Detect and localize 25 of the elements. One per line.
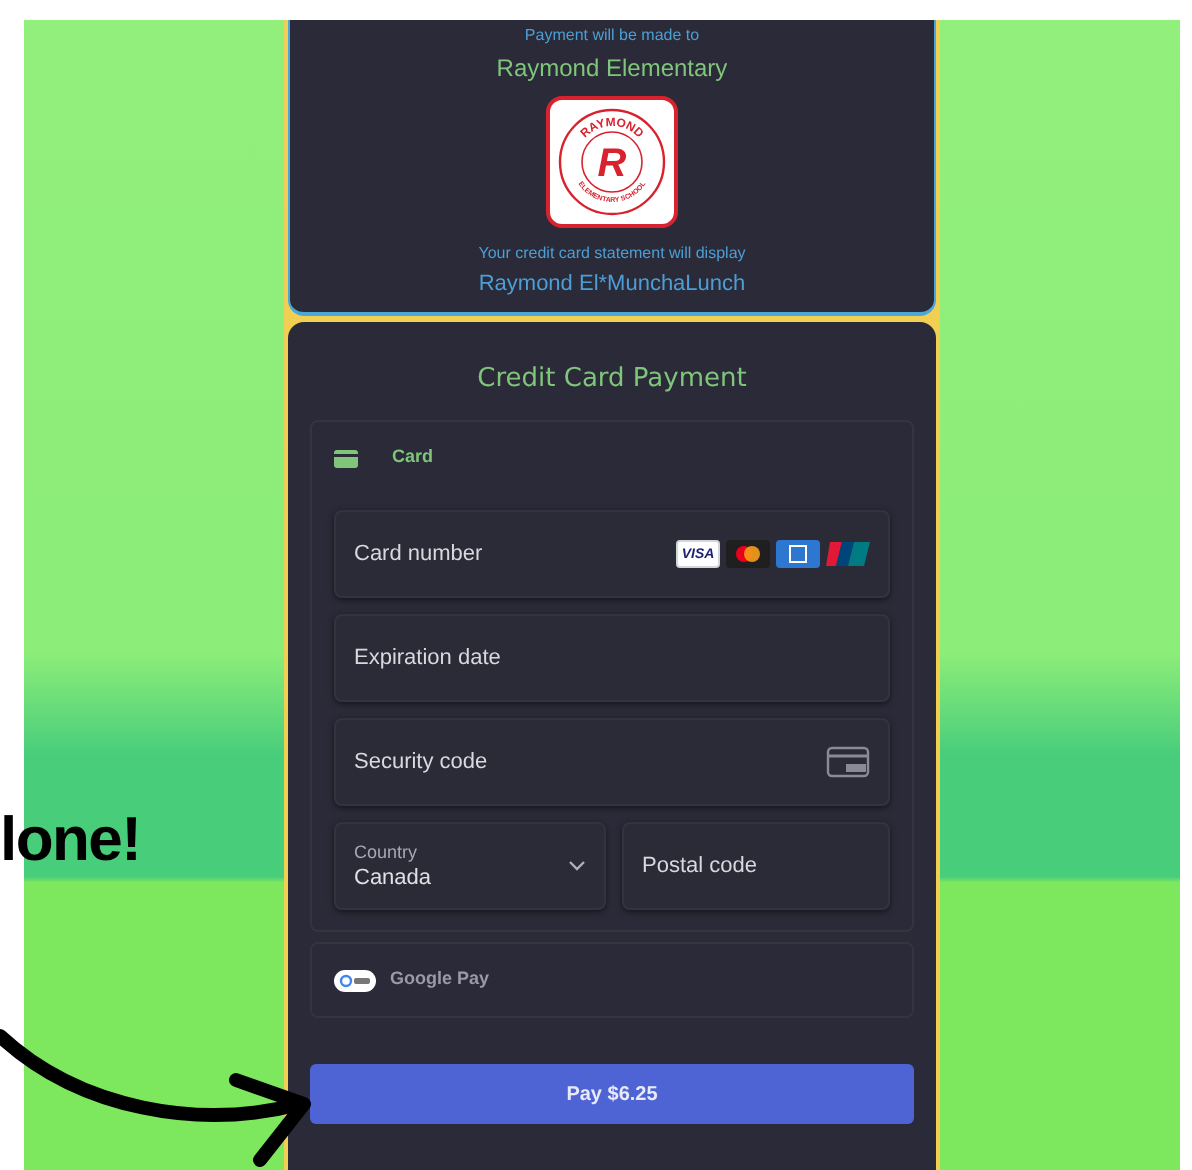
- input-field[interactable]: Expiration date: [334, 614, 890, 702]
- country-label: Country: [354, 840, 420, 864]
- statement-caption: Your credit card statement will display: [478, 242, 746, 266]
- country-value: Canada: [354, 864, 432, 892]
- chevron-down-icon: [568, 860, 586, 872]
- input-field[interactable]: Security code: [334, 718, 890, 806]
- overlapping-circles-card-icon: [726, 540, 770, 568]
- form-title: Credit Card Payment: [477, 361, 747, 397]
- striped-card-icon: [826, 540, 870, 568]
- field-placeholder: Expiration date: [354, 643, 501, 674]
- pay-button[interactable]: Pay $6.25: [310, 1064, 914, 1124]
- postal-code-field[interactable]: Postal code: [622, 822, 890, 910]
- card-tab[interactable]: Card: [334, 422, 890, 494]
- field-placeholder: Security code: [354, 747, 488, 778]
- credit-card-icon: [334, 449, 358, 467]
- statement-name: Raymond El*MunchaLunch: [478, 270, 746, 300]
- payee-caption: Payment will be made to: [524, 24, 700, 48]
- google-pay-badge-icon: [334, 969, 376, 991]
- field-placeholder: Postal code: [642, 851, 757, 882]
- card-cvc-icon: [826, 746, 870, 778]
- google-pay-option[interactable]: Google Pay: [310, 942, 914, 1018]
- country-select[interactable]: Country Canada: [334, 822, 606, 910]
- field-placeholder: Card number: [354, 539, 483, 570]
- amex-card-icon: [776, 540, 820, 568]
- payee-name: Raymond Elementary: [496, 52, 728, 86]
